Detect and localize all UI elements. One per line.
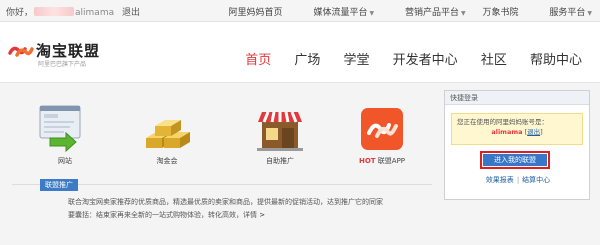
brand-tagline: 阿里巴巴旗下产品 — [38, 61, 87, 68]
enter-union-highlight: 进入我的联盟 — [480, 151, 550, 169]
redacted-username — [34, 7, 75, 16]
feature-website-label: 网站 — [58, 157, 72, 165]
top-link-alimama-home[interactable]: 阿里妈妈首页 — [229, 8, 283, 18]
top-bar: 你好， alimama 退出 阿里妈妈首页 媒体流量平台 ▼ 营销产品平台 ▼ 万象书… — [0, 0, 600, 22]
feature-gold-label: 淘金会 — [156, 157, 178, 165]
shop-icon — [257, 111, 303, 151]
union-app-icon — [361, 108, 403, 150]
main-nav: 首页 广场 学堂 开发者中心 社区 帮助中心 — [226, 49, 582, 68]
taobao-union-logo-icon — [8, 46, 34, 57]
top-link-marketing-platform[interactable]: 营销产品平台 ▼ — [391, 8, 466, 18]
settlement-link[interactable]: 结算中心 — [522, 176, 550, 184]
nav-school[interactable]: 学堂 — [344, 53, 370, 68]
greeting-text: 你好， — [6, 8, 34, 18]
brand-name: 淘宝联盟 — [36, 42, 101, 60]
account-notice: 您正在使用的阿里妈妈账号是： alimama [退出] — [451, 113, 583, 145]
gold-bars-icon — [146, 120, 190, 148]
username[interactable]: alimama — [75, 8, 114, 18]
feature-list: 网站 淘金会 自助推广 HOT 联盟APP — [30, 100, 430, 170]
feature-website[interactable]: 网站 — [30, 100, 100, 170]
website-icon — [39, 105, 81, 152]
logout-link[interactable]: 退出 — [122, 5, 140, 18]
quick-links: 效果报表 | 结算中心 — [445, 175, 591, 185]
nav-square[interactable]: 广场 — [294, 53, 320, 68]
feature-self-promotion-label: 自助推广 — [266, 157, 294, 165]
nav-help[interactable]: 帮助中心 — [530, 53, 582, 68]
quick-login-box: 快捷登录 您正在使用的阿里妈妈账号是： alimama [退出] 进入我的联盟 … — [444, 90, 590, 200]
nav-home[interactable]: 首页 — [245, 53, 271, 68]
top-links: 阿里妈妈首页 媒体流量平台 ▼ 营销产品平台 ▼ 万象书院 服务平台 ▼ — [215, 5, 592, 18]
intro-line-1: 联合淘宝网卖家推荐的优质商品，精选最优质的卖家和商品，提供最新的促销活动，达到推… — [68, 198, 383, 206]
enter-my-union-button[interactable]: 进入我的联盟 — [483, 154, 547, 166]
greeting: 你好， alimama — [6, 5, 114, 18]
feature-self-promotion[interactable]: 自助推广 — [245, 100, 315, 170]
account-notice-text: 您正在使用的阿里妈妈账号是： — [457, 118, 548, 126]
hot-badge: HOT — [358, 157, 376, 165]
intro-more-link[interactable]: > — [259, 211, 265, 219]
feature-union-app-label: HOT 联盟APP — [358, 157, 406, 165]
account-exit-link[interactable]: 退出 — [527, 128, 540, 136]
top-link-service-platform[interactable]: 服务平台 ▼ — [535, 8, 592, 18]
top-link-academy[interactable]: 万象书院 — [482, 8, 518, 18]
intro-title: 联盟推广 — [40, 179, 78, 191]
chevron-down-icon: ▼ — [460, 10, 466, 17]
intro-line-2: 要囊括：结束家再来全新的一站式购物体验，转化高效，详情 > — [68, 211, 266, 219]
top-link-media-platform[interactable]: 媒体流量平台 ▼ — [299, 8, 374, 18]
quick-login-title: 快捷登录 — [445, 91, 589, 105]
account-name: alimama — [491, 128, 523, 136]
intro-text: 联合淘宝网卖家推荐的优质商品，精选最优质的卖家和商品，提供最新的促销活动，达到推… — [68, 196, 428, 222]
feature-union-app[interactable]: HOT 联盟APP — [347, 100, 417, 170]
brand-logo[interactable]: 淘宝联盟 阿里巴巴旗下产品 — [8, 40, 118, 72]
link-separator: | — [516, 176, 520, 184]
nav-developer[interactable]: 开发者中心 — [393, 53, 458, 68]
chevron-down-icon: ▼ — [587, 10, 592, 17]
report-link[interactable]: 效果报表 — [486, 176, 514, 184]
account-row: alimama [退出] — [491, 128, 543, 136]
feature-gold[interactable]: 淘金会 — [132, 100, 202, 170]
nav-community[interactable]: 社区 — [481, 53, 507, 68]
chevron-down-icon: ▼ — [369, 10, 375, 17]
